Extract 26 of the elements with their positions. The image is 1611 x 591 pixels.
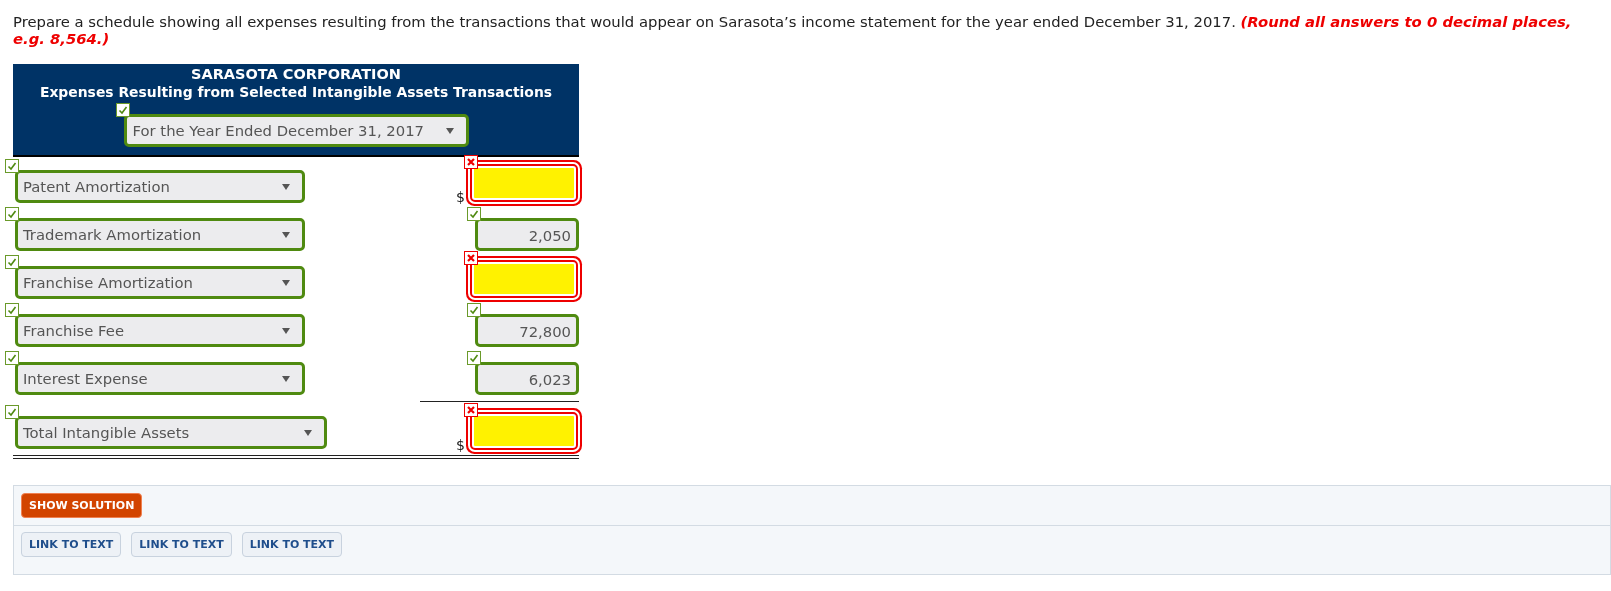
account-dropdown[interactable]: Trademark Amortization (15, 218, 305, 251)
account-dropdown[interactable]: Total Intangible Assets (15, 416, 327, 449)
amount-field[interactable]: 6,023 (475, 362, 579, 395)
question-text: Prepare a schedule showing all expenses resulting from the transactions that would appear on Sarasota’s income statement for the year ended December 31, 2017. (Round all answers to 0 decimal places, e.g. 8,564.) (13, 13, 1573, 47)
caret-icon (445, 126, 454, 135)
amount-field[interactable]: 72,800 (475, 314, 579, 347)
link-to-text-button[interactable]: LINK TO TEXT (131, 532, 232, 557)
currency-sign: $ (456, 437, 465, 453)
account-dropdown[interactable]: Interest Expense (15, 362, 305, 395)
account-dropdown[interactable]: Franchise Amortization (15, 266, 305, 299)
caret-icon (282, 374, 290, 383)
caret-icon (304, 428, 312, 437)
caret-icon (282, 182, 290, 191)
company-name: SARASOTA CORPORATION (190, 65, 402, 83)
period-dropdown[interactable]: For the Year Ended December 31, 2017 (123, 114, 469, 147)
account-dropdown[interactable]: Franchise Fee (15, 314, 305, 347)
show-solution-button[interactable]: SHOW SOLUTION (21, 493, 143, 518)
link-to-text-button[interactable]: LINK TO TEXT (241, 532, 343, 557)
caret-icon (282, 278, 290, 287)
currency-sign: $ (456, 189, 465, 205)
account-dropdown[interactable]: Patent Amortization (15, 170, 305, 203)
caret-icon (282, 326, 290, 335)
schedule-title: Expenses Resulting from Selected Intangible Assets Transactions (38, 83, 554, 101)
link-to-text-button[interactable]: LINK TO TEXT (21, 532, 122, 557)
caret-icon (282, 230, 290, 239)
amount-field[interactable]: 2,050 (475, 218, 579, 251)
